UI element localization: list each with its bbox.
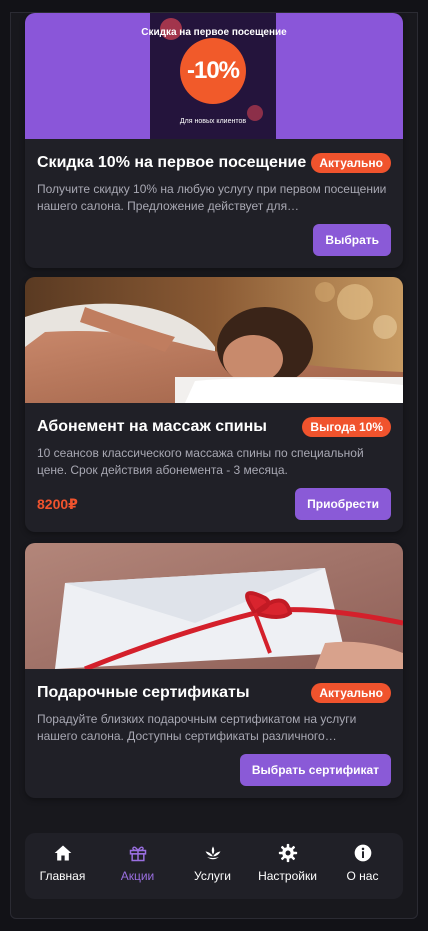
promo-image-heading: Скидка на первое посещение	[141, 27, 287, 38]
nav-label: Настройки	[258, 869, 317, 883]
status-badge: Актуально	[311, 153, 391, 173]
nav-label: Акции	[120, 869, 155, 883]
promo-image-caption: Для новых клиентов	[179, 118, 247, 125]
nav-item-home[interactable]: Главная	[25, 843, 100, 883]
promo-discount-circle: -10%	[180, 38, 246, 104]
select-button[interactable]: Выбрать	[313, 224, 391, 256]
nav-item-services[interactable]: Услуги	[175, 843, 250, 883]
select-certificate-button[interactable]: Выбрать сертификат	[239, 754, 391, 786]
nav-label: Главная	[39, 869, 86, 883]
info-icon	[354, 844, 371, 862]
nav-item-settings[interactable]: Настройки	[250, 843, 325, 883]
status-badge: Выгода 10%	[302, 417, 391, 437]
promo-card-gift-certificates: Подарочные сертификаты Актуально Порадуй…	[25, 543, 403, 798]
card-description: Получите скидку 10% на любую услугу при …	[37, 182, 387, 213]
nav-item-promotions[interactable]: Акции	[100, 843, 175, 883]
promo-image: Скидка на первое посещение -10% Для новы…	[25, 13, 403, 139]
gear-icon	[278, 843, 297, 863]
massage-photo	[25, 277, 403, 403]
nav-item-about[interactable]: О нас	[325, 843, 400, 883]
home-icon	[54, 845, 71, 861]
promo-card-first-visit: Скидка на первое посещение -10% Для новы…	[25, 13, 403, 268]
purchase-button[interactable]: Приобрести	[295, 488, 391, 520]
app-window: Скидка на первое посещение -10% Для новы…	[10, 12, 418, 919]
gift-certificate-photo	[25, 543, 403, 669]
status-badge: Актуально	[311, 683, 391, 703]
card-description: Порадуйте близких подарочным сертификато…	[37, 712, 357, 743]
card-description: 10 сеансов классического массажа спины п…	[37, 446, 364, 477]
promo-card-back-massage: Абонемент на массаж спины Выгода 10% 10 …	[25, 277, 403, 532]
lotus-icon	[205, 846, 220, 860]
nav-label: Услуги	[194, 869, 231, 883]
bottom-nav: Главная Акции Услуги Настройки О нас	[25, 833, 403, 899]
gift-icon	[129, 846, 146, 862]
price-label: 8200₽	[37, 496, 78, 512]
nav-label: О нас	[346, 869, 379, 883]
